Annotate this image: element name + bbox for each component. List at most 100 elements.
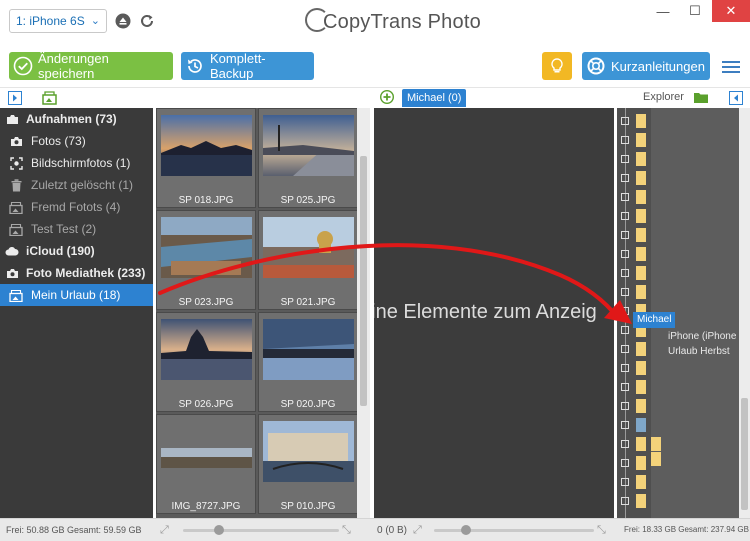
minimize-icon: — (656, 3, 670, 19)
chevron-down-icon: ⌄ (90, 15, 100, 27)
expand-toggle-icon[interactable] (621, 307, 629, 315)
expand-toggle-icon[interactable] (621, 364, 629, 372)
expand-toggle-icon[interactable] (621, 193, 629, 201)
expand-toggle-icon[interactable] (621, 345, 629, 353)
tree-row[interactable] (617, 190, 739, 204)
sidebar-item-fremd-fotots[interactable]: Fremd Fotots (4) (0, 196, 153, 218)
tips-button[interactable] (542, 52, 572, 80)
photo-image (263, 115, 354, 176)
expand-toggle-icon[interactable] (621, 250, 629, 258)
tree-row[interactable] (617, 266, 739, 280)
tree-row[interactable] (617, 228, 739, 242)
save-changes-button[interactable]: Änderungen speichern (9, 51, 173, 81)
expand-toggle-icon[interactable] (621, 288, 629, 296)
expand-toggle-icon[interactable] (621, 231, 629, 239)
sidebar-item-fotos[interactable]: Fotos (73) (0, 130, 153, 152)
tree-row[interactable] (617, 114, 739, 128)
device-select[interactable]: 1: iPhone 6S ⌄ (9, 9, 107, 33)
expand-toggle-icon[interactable] (621, 497, 629, 505)
quick-guides-button[interactable]: Kurzanleitungen (582, 52, 710, 80)
tree-row[interactable] (617, 456, 739, 470)
photo-image (263, 217, 354, 278)
expand-toggle-icon[interactable] (621, 117, 629, 125)
sidebar-item-test-test[interactable]: Test Test (2) (0, 218, 153, 240)
shrink-icon[interactable]: ⤢ (160, 524, 172, 536)
sidebar-item-bildschirmfotos[interactable]: Bildschirmfotos (1) (0, 152, 153, 174)
expand-toggle-icon[interactable] (621, 136, 629, 144)
tree-row[interactable] (617, 152, 739, 166)
tab-michael[interactable]: Michael (0) (402, 89, 467, 107)
eject-icon[interactable] (115, 13, 131, 29)
zoom-slider-knob[interactable] (214, 525, 224, 535)
expand-toggle-icon[interactable] (621, 459, 629, 467)
sidebar-item-zuletzt-geloescht[interactable]: Zuletzt gelöscht (1) (0, 174, 153, 196)
photo-thumbnail[interactable]: SP 018.JPG (156, 108, 256, 208)
maximize-button[interactable]: ☐ (680, 0, 710, 22)
scrollbar-thumb[interactable] (741, 398, 748, 510)
photo-filename: SP 021.JPG (280, 297, 336, 308)
tree-row[interactable] (617, 475, 739, 489)
close-button[interactable]: ✕ (712, 0, 750, 22)
sidebar-item-aufnahmen[interactable]: Aufnahmen (73) (0, 108, 153, 130)
minimize-button[interactable]: — (648, 0, 678, 22)
add-album-icon[interactable] (380, 90, 394, 104)
sidebar-item-label: Test Test (2) (31, 222, 97, 236)
photo-grid-scrollbar[interactable] (357, 108, 370, 518)
expand-toggle-icon[interactable] (621, 478, 629, 486)
sidebar-item-foto-mediathek[interactable]: Foto Mediathek (233) (0, 262, 153, 284)
sidebar-item-mein-urlaub[interactable]: Mein Urlaub (18) (0, 284, 153, 306)
folder-icon (636, 133, 646, 147)
photo-thumbnail[interactable]: SP 023.JPG (156, 210, 256, 310)
device-select-label: 1: iPhone 6S (16, 14, 85, 28)
scrollbar-thumb[interactable] (360, 156, 367, 406)
tree-row[interactable] (617, 380, 739, 394)
tree-node-iphone[interactable]: iPhone (iPhone 6 (668, 331, 745, 342)
tree-row[interactable] (617, 399, 739, 413)
zoom-slider-knob[interactable] (461, 525, 471, 535)
sidebar-item-icloud[interactable]: iCloud (190) (0, 240, 153, 262)
zoom-slider[interactable] (183, 529, 339, 532)
tree-row[interactable] (617, 133, 739, 147)
photo-filename: SP 025.JPG (280, 195, 336, 206)
zoom-slider[interactable] (434, 529, 594, 532)
tree-node-urlaub-herbst[interactable]: Urlaub Herbst (668, 346, 730, 357)
photo-filename: SP 020.JPG (280, 399, 336, 410)
expand-toggle-icon[interactable] (621, 174, 629, 182)
photo-thumbnail[interactable]: SP 025.JPG (258, 108, 358, 208)
shrink-icon[interactable]: ⤢ (413, 524, 425, 536)
expand-toggle-icon[interactable] (621, 421, 629, 429)
tree-row[interactable] (617, 209, 739, 223)
tree-row[interactable] (617, 437, 739, 451)
expand-toggle-icon[interactable] (621, 326, 629, 334)
tree-row[interactable] (617, 285, 739, 299)
expand-icon[interactable]: ⤡ (597, 524, 609, 536)
new-album-icon[interactable] (42, 90, 58, 105)
tree-row[interactable] (617, 171, 739, 185)
full-backup-button[interactable]: Komplett-Backup (181, 51, 314, 81)
refresh-icon[interactable] (139, 13, 155, 29)
photo-thumbnail[interactable]: IMG_8727.JPG (156, 414, 256, 514)
explorer-scrollbar[interactable] (739, 108, 750, 518)
expand-toggle-icon[interactable] (621, 402, 629, 410)
expand-icon[interactable]: ⤡ (342, 524, 354, 536)
tree-row[interactable] (617, 247, 739, 261)
collapse-left-panel-icon[interactable] (8, 91, 22, 105)
expand-toggle-icon[interactable] (621, 440, 629, 448)
collapse-right-panel-icon[interactable] (729, 91, 743, 105)
photo-thumbnail[interactable]: SP 010.JPG (258, 414, 358, 514)
expand-toggle-icon[interactable] (621, 383, 629, 391)
photo-thumbnail[interactable]: SP 026.JPG (156, 312, 256, 412)
photo-thumbnail[interactable]: SP 021.JPG (258, 210, 358, 310)
app-title-text: CopyTrans Photo (323, 11, 481, 33)
expand-toggle-icon[interactable] (621, 212, 629, 220)
expand-toggle-icon[interactable] (621, 269, 629, 277)
expand-toggle-icon[interactable] (621, 155, 629, 163)
photo-thumbnail[interactable]: SP 020.JPG (258, 312, 358, 412)
tree-row[interactable] (617, 494, 739, 508)
tree-row[interactable] (617, 418, 739, 432)
hamburger-menu-icon[interactable] (722, 61, 740, 73)
folder-icon (636, 209, 646, 223)
folder-icon[interactable] (693, 91, 709, 104)
tree-node-michael[interactable]: Michael (633, 312, 676, 328)
tree-row[interactable] (617, 361, 739, 375)
